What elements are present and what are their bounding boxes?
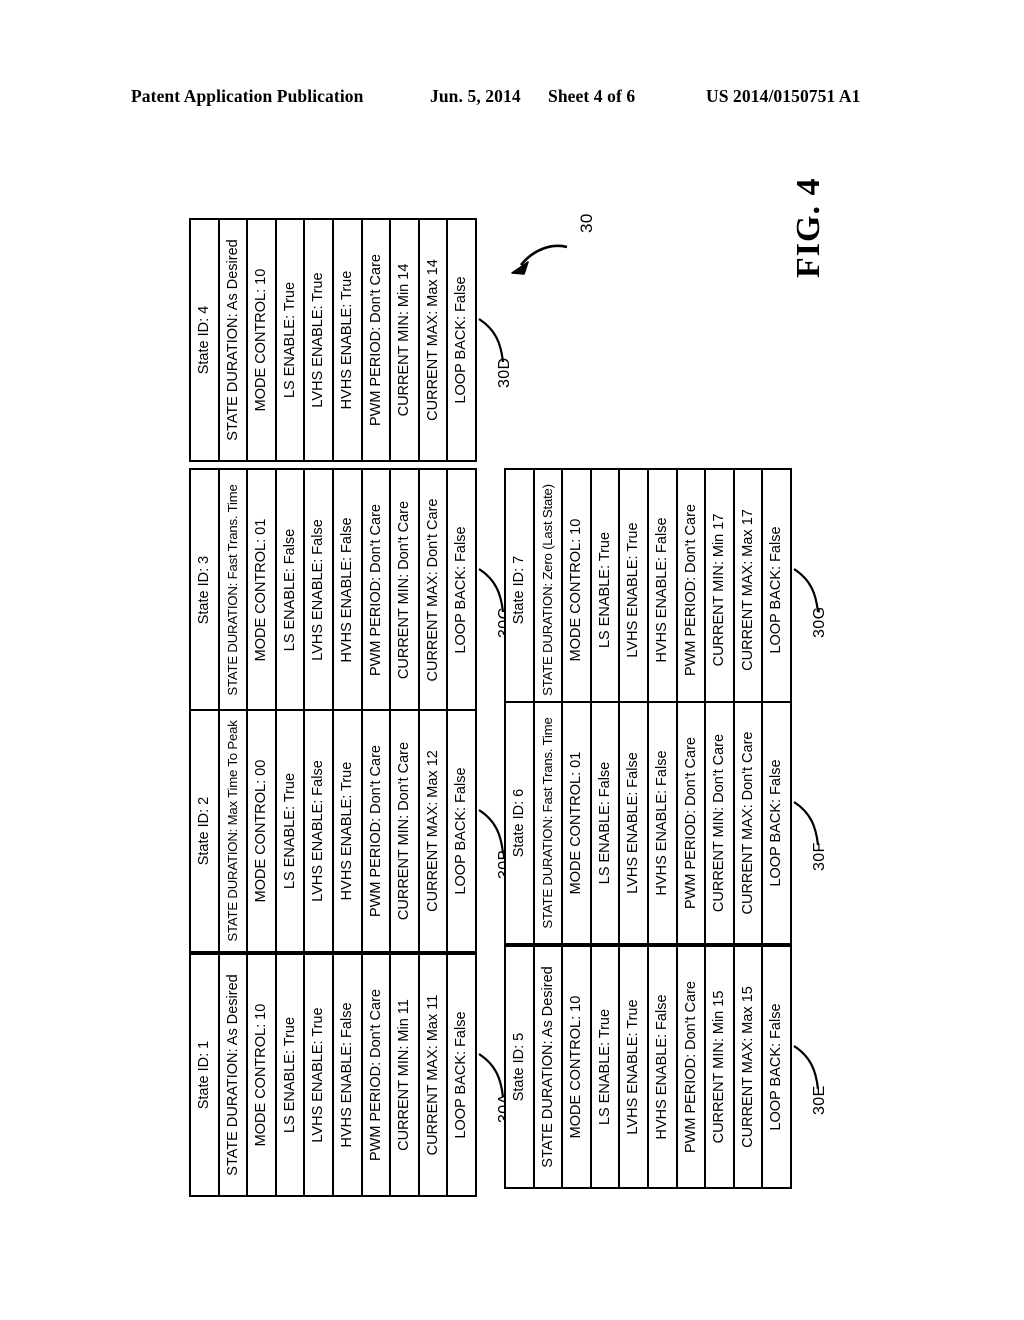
state-row-lvhs-enable: LVHS ENABLE: True [620, 470, 649, 710]
state-table-30b: State ID: 2 STATE DURATION: Max Time To … [189, 709, 477, 953]
state-row-current-max: CURRENT MAX: Max 15 [734, 947, 764, 1187]
state-row-loop-back: LOOP BACK: False [768, 1003, 785, 1131]
state-row-loop-back: LOOP BACK: False [453, 276, 470, 404]
figure-4-drawing: State ID: 4 STATE DURATION: As Desired M… [0, 0, 1024, 1320]
state-row-state-id: State ID: 6 [506, 703, 535, 943]
state-row-loop-back: LOOP BACK: False [453, 526, 470, 654]
state-row-state-duration: STATE DURATION: As Desired [534, 947, 564, 1187]
state-table-30c: State ID: 3 STATE DURATION: Fast Trans. … [189, 468, 477, 712]
state-row-state-duration: STATE DURATION: Fast Trans. Time [534, 703, 564, 943]
state-row-pwm-period: PWM PERIOD: Don't Care [677, 947, 707, 1187]
state-row-current-min: CURRENT MIN: Don't Care [391, 470, 420, 710]
state-row-hvhs-enable: HVHS ENABLE: False [648, 470, 678, 710]
state-row-hvhs-enable: HVHS ENABLE: False [648, 703, 678, 943]
state-row-mode-control: MODE CONTROL: 10 [248, 220, 277, 460]
state-row-ls-enable: LS ENABLE: True [276, 220, 306, 460]
state-row-mode-control: MODE CONTROL: 10 [563, 947, 592, 1187]
state-row-lvhs-enable: LVHS ENABLE: False [305, 711, 334, 951]
state-row-current-min: CURRENT MIN: Min 11 [391, 955, 420, 1195]
state-row-current-min: CURRENT MIN: Min 17 [706, 470, 735, 710]
state-row-ls-enable: LS ENABLE: True [276, 955, 306, 1195]
state-row-hvhs-enable: HVHS ENABLE: False [648, 947, 678, 1187]
state-row-mode-control: MODE CONTROL: 10 [248, 955, 277, 1195]
state-row-current-min: CURRENT MIN: Don't Care [706, 703, 735, 943]
state-row-ls-enable: LS ENABLE: True [276, 711, 306, 951]
state-row-current-min: CURRENT MIN: Min 14 [391, 220, 420, 460]
state-row-hvhs-enable: HVHS ENABLE: False [333, 955, 363, 1195]
state-row-mode-control: MODE CONTROL: 10 [563, 470, 592, 710]
state-row-state-id: State ID: 4 [191, 220, 220, 460]
state-row-state-id: State ID: 5 [506, 947, 535, 1187]
state-table-30f: State ID: 6 STATE DURATION: Fast Trans. … [504, 701, 792, 945]
state-row-ls-enable: LS ENABLE: False [276, 470, 306, 710]
state-row-current-min: CURRENT MIN: Min 15 [706, 947, 735, 1187]
state-row-state-id: State ID: 3 [191, 470, 220, 710]
state-row-current-max: CURRENT MAX: Don't Care [419, 470, 449, 710]
state-row-loop-back: LOOP BACK: False [768, 759, 785, 887]
state-table-30e: State ID: 5 STATE DURATION: As Desired M… [504, 945, 792, 1189]
state-row-current-max: CURRENT MAX: Max 11 [419, 955, 449, 1195]
state-row-pwm-period: PWM PERIOD: Don't Care [677, 703, 707, 943]
state-row-loop-back: LOOP BACK: False [453, 1011, 470, 1139]
state-row-state-duration: STATE DURATION: Max Time To Peak [219, 711, 249, 951]
state-row-hvhs-enable: HVHS ENABLE: True [333, 220, 363, 460]
state-row-pwm-period: PWM PERIOD: Don't Care [362, 711, 392, 951]
state-row-state-duration: STATE DURATION: Fast Trans. Time [219, 470, 249, 710]
state-row-current-max: CURRENT MAX: Max 12 [419, 711, 449, 951]
reference-label-30f: 30F [811, 842, 828, 871]
state-row-lvhs-enable: LVHS ENABLE: True [305, 220, 334, 460]
state-row-mode-control: MODE CONTROL: 00 [248, 711, 277, 951]
state-table-30g: State ID: 7 STATE DURATION: Zero (Last S… [504, 468, 792, 712]
state-row-pwm-period: PWM PERIOD: Don't Care [362, 470, 392, 710]
state-row-state-duration: STATE DURATION: Zero (Last State) [534, 470, 564, 710]
reference-label-30: 30 [577, 213, 596, 233]
figure-caption: FIG. 4 [790, 177, 827, 278]
state-row-lvhs-enable: LVHS ENABLE: False [305, 470, 334, 710]
state-table-30d: State ID: 4 STATE DURATION: As Desired M… [189, 218, 477, 462]
state-row-pwm-period: PWM PERIOD: Don't Care [362, 220, 392, 460]
state-row-loop-back: LOOP BACK: False [453, 767, 470, 895]
state-row-loop-back: LOOP BACK: False [768, 526, 785, 654]
state-row-hvhs-enable: HVHS ENABLE: False [333, 470, 363, 710]
state-row-current-max: CURRENT MAX: Don't Care [734, 703, 764, 943]
state-row-state-duration: STATE DURATION: As Desired [219, 955, 249, 1195]
state-row-mode-control: MODE CONTROL: 01 [248, 470, 277, 710]
state-row-current-min: CURRENT MIN: Don't Care [391, 711, 420, 951]
state-row-ls-enable: LS ENABLE: False [591, 703, 621, 943]
state-row-state-id: State ID: 7 [506, 470, 535, 710]
state-table-30a: State ID: 1 STATE DURATION: As Desired M… [189, 953, 477, 1197]
state-row-mode-control: MODE CONTROL: 01 [563, 703, 592, 943]
state-row-pwm-period: PWM PERIOD: Don't Care [677, 470, 707, 710]
state-row-pwm-period: PWM PERIOD: Don't Care [362, 955, 392, 1195]
state-row-ls-enable: LS ENABLE: True [591, 947, 621, 1187]
state-row-state-id: State ID: 2 [191, 711, 220, 951]
state-row-current-max: CURRENT MAX: Max 14 [419, 220, 449, 460]
state-row-state-id: State ID: 1 [191, 955, 220, 1195]
state-row-state-duration: STATE DURATION: As Desired [219, 220, 249, 460]
state-row-current-max: CURRENT MAX: Max 17 [734, 470, 764, 710]
state-row-hvhs-enable: HVHS ENABLE: True [333, 711, 363, 951]
reference-label-30e: 30E [811, 1085, 828, 1115]
state-row-lvhs-enable: LVHS ENABLE: False [620, 703, 649, 943]
reference-label-30g: 30G [811, 606, 828, 638]
state-row-ls-enable: LS ENABLE: True [591, 470, 621, 710]
reference-label-30d: 30D [496, 357, 513, 388]
state-row-lvhs-enable: LVHS ENABLE: True [305, 955, 334, 1195]
state-row-lvhs-enable: LVHS ENABLE: True [620, 947, 649, 1187]
